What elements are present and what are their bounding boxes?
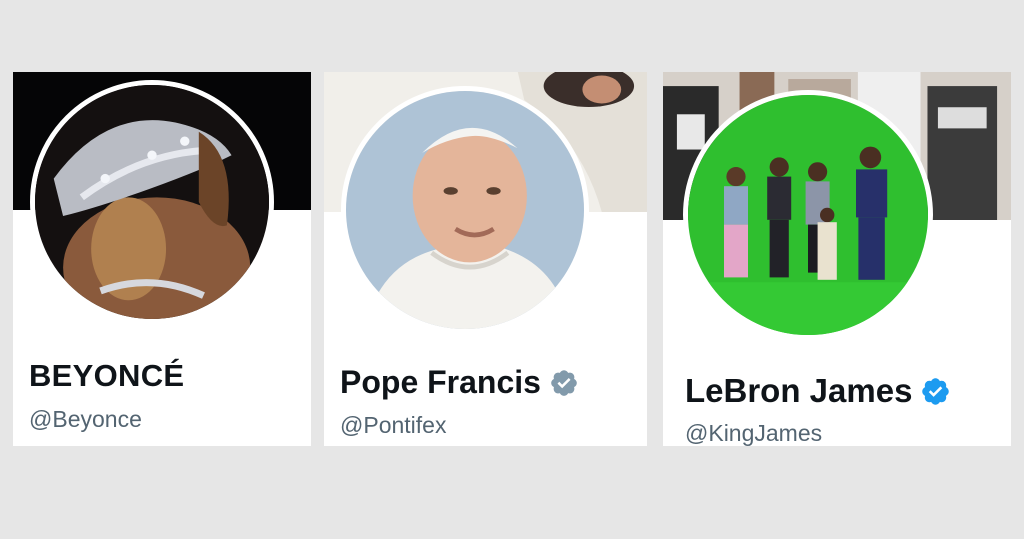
display-name[interactable]: BEYONCÉ bbox=[29, 358, 184, 394]
display-name[interactable]: LeBron James bbox=[685, 372, 951, 410]
display-name-text: BEYONCÉ bbox=[29, 358, 185, 393]
username-handle[interactable]: @KingJames bbox=[685, 420, 822, 446]
username-handle[interactable]: @Pontifex bbox=[340, 412, 446, 439]
avatar[interactable] bbox=[30, 80, 274, 324]
profile-card-lebron-james[interactable]: LeBron James @KingJames bbox=[663, 72, 1011, 446]
lebron-james-avatar-image bbox=[688, 95, 928, 335]
profile-card-beyonce[interactable]: BEYONCÉ @Beyonce bbox=[13, 72, 311, 446]
display-name-text: LeBron James bbox=[685, 372, 913, 409]
verified-badge-icon[interactable] bbox=[920, 376, 951, 407]
beyonce-avatar-image bbox=[35, 85, 269, 319]
verified-badge-icon[interactable] bbox=[549, 368, 579, 398]
display-name[interactable]: Pope Francis bbox=[340, 364, 579, 401]
username-handle[interactable]: @Beyonce bbox=[29, 406, 142, 433]
avatar[interactable] bbox=[341, 86, 589, 334]
pope-francis-avatar-image bbox=[346, 91, 584, 329]
profile-card-pope-francis[interactable]: Pope Francis @Pontifex bbox=[324, 72, 647, 446]
display-name-text: Pope Francis bbox=[340, 364, 541, 400]
avatar[interactable] bbox=[683, 90, 933, 340]
